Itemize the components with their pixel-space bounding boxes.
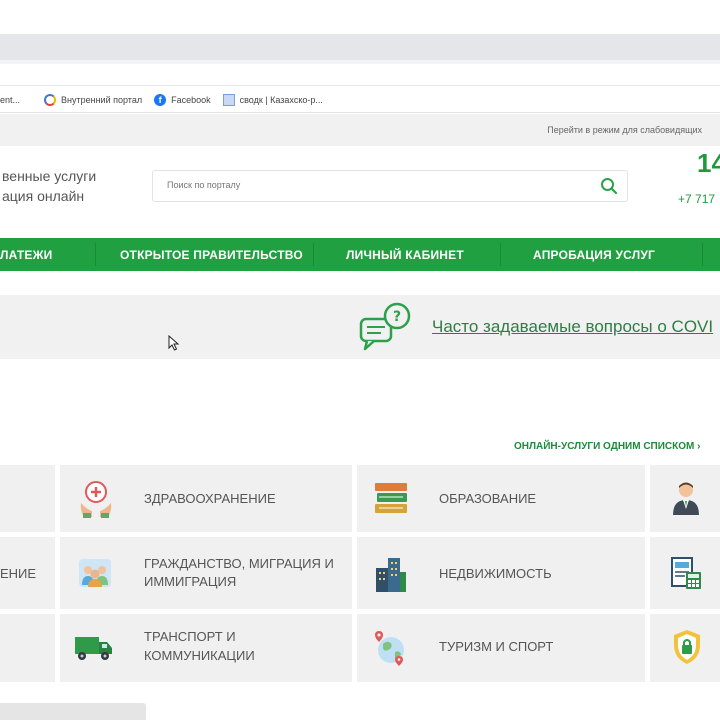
nav-divider <box>95 243 96 266</box>
nav-item-service-testing[interactable]: АПРОБАЦИЯ УСЛУГ <box>533 248 655 262</box>
browser-toolbar[interactable] <box>0 64 720 86</box>
bookmarks-bar: ent... Внутренний портал f Facebook свод… <box>0 87 720 113</box>
bookmark-label: Facebook <box>171 94 211 105</box>
bottom-tab[interactable] <box>0 703 146 720</box>
category-tile-partial[interactable] <box>650 614 720 682</box>
category-label: Транспорт и <box>144 629 236 644</box>
faq-chat-icon: ? <box>359 302 411 351</box>
category-label: Недвижимость <box>439 566 552 581</box>
nav-item-open-government[interactable]: ОТКРЫТОЕ ПРАВИТЕЛЬСТВО <box>120 248 303 262</box>
person-icon <box>673 482 699 515</box>
document-icon <box>222 93 235 106</box>
globe-pin-icon <box>375 631 404 666</box>
nav-divider <box>500 243 501 266</box>
browser-window: ent... Внутренний портал f Facebook свод… <box>0 0 720 720</box>
healthcare-icon <box>80 481 112 518</box>
category-tile-citizenship[interactable]: Гражданство, миграция и иммиграция <box>60 537 352 609</box>
nav-item-personal-account[interactable]: ЛИЧНЫЙ КАБИНЕТ <box>346 248 464 262</box>
nav-divider <box>702 243 703 266</box>
portal-ring-icon <box>44 93 57 106</box>
truck-icon <box>75 637 112 660</box>
buildings-icon <box>376 558 406 592</box>
category-tile-partial[interactable] <box>650 537 720 609</box>
category-label: коммуникации <box>144 648 255 663</box>
category-tile-partial[interactable] <box>0 465 55 532</box>
window-top-area <box>0 0 720 34</box>
bookmark-label: Внутренний портал <box>61 94 143 105</box>
category-label: Здравоохранение <box>144 491 276 506</box>
accessibility-mode-link[interactable]: Перейти в режим для слабовидящих <box>547 125 702 135</box>
all-services-link[interactable]: ОНЛАЙН-УСЛУГИ ОДНИМ СПИСКОМ › <box>514 441 700 452</box>
bookmark-item[interactable]: сводк | Казахско-р... <box>222 93 323 106</box>
logo-line: венные услуги <box>2 168 97 184</box>
search-input[interactable] <box>167 180 567 190</box>
category-tile-partial[interactable] <box>0 614 55 682</box>
svg-text:?: ? <box>393 309 401 325</box>
shield-lock-icon <box>674 630 700 664</box>
info-banner: ? Часто задаваемые вопросы о COVI <box>0 295 720 359</box>
category-tile-partial[interactable]: ЕНИЕ <box>0 537 55 609</box>
document-calculator-icon <box>671 557 701 589</box>
bookmark-item[interactable]: ent... <box>0 95 20 105</box>
search-box <box>152 170 628 202</box>
call-center-number[interactable]: 14 <box>697 148 720 179</box>
category-label: иммиграция <box>144 574 237 589</box>
spacer <box>0 271 720 295</box>
site-logo[interactable]: венные услуги ация онлайн <box>2 166 96 206</box>
category-tile-transport[interactable]: Транспорт и коммуникации <box>60 614 352 682</box>
accessibility-strip: Перейти в режим для слабовидящих <box>0 114 720 146</box>
category-label: Образование <box>439 491 537 506</box>
category-label: Гражданство, миграция и <box>144 556 334 571</box>
category-label: ЕНИЕ <box>0 566 37 581</box>
bookmark-label: ent... <box>0 94 21 105</box>
phone-number[interactable]: +7 717 <box>678 192 715 206</box>
category-tile-education[interactable]: Образование <box>357 465 645 532</box>
bookmark-item[interactable]: f Facebook <box>154 93 211 106</box>
faq-covid-link[interactable]: Часто задаваемые вопросы о COVI <box>432 317 713 337</box>
site-header: венные услуги ация онлайн 14 +7 717 <box>0 146 720 238</box>
bookmark-item[interactable]: Внутренний портал <box>44 93 143 106</box>
category-tile-healthcare[interactable]: Здравоохранение <box>60 465 352 532</box>
search-icon[interactable] <box>599 176 619 196</box>
nav-divider <box>313 243 314 266</box>
mouse-cursor-icon <box>168 335 180 351</box>
main-navigation: ЛАТЕЖИ ОТКРЫТОЕ ПРАВИТЕЛЬСТВО ЛИЧНЫЙ КАБ… <box>0 238 720 271</box>
books-icon <box>375 483 407 513</box>
category-tile-partial[interactable] <box>650 465 720 532</box>
category-label: Туризм и спорт <box>439 639 554 654</box>
browser-tab-bar[interactable] <box>0 34 720 60</box>
citizenship-icon <box>79 559 111 587</box>
category-tile-tourism[interactable]: Туризм и спорт <box>357 614 645 682</box>
bookmark-label: сводк | Казахско-р... <box>239 94 323 105</box>
facebook-icon: f <box>154 93 167 106</box>
nav-item-payments[interactable]: ЛАТЕЖИ <box>0 248 53 262</box>
logo-line: ация онлайн <box>2 188 85 204</box>
category-tile-real-estate[interactable]: Недвижимость <box>357 537 645 609</box>
